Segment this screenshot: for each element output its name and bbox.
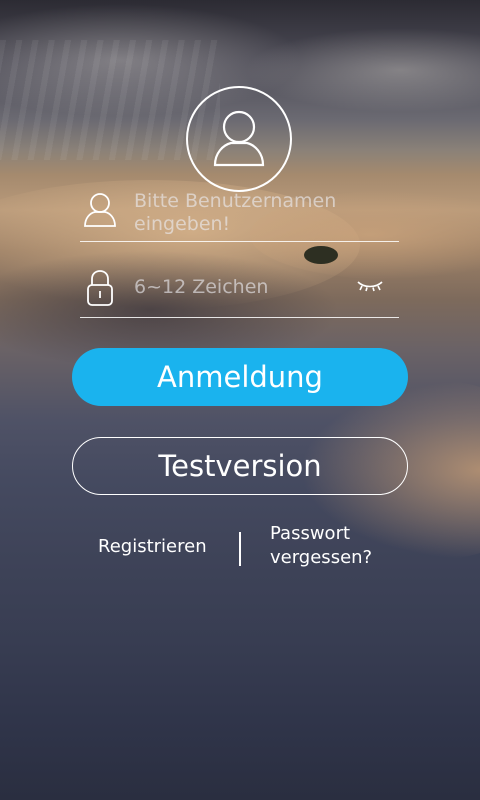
user-icon <box>82 190 118 230</box>
login-button[interactable]: Anmeldung <box>72 348 408 406</box>
username-field[interactable]: Bitte Benutzernamen eingeben! <box>80 186 399 242</box>
link-divider <box>239 532 241 566</box>
forgot-password-link[interactable]: Passwort vergessen? <box>270 522 410 570</box>
password-field[interactable]: 6~12 Zeichen <box>80 262 399 318</box>
lock-icon <box>82 268 118 308</box>
user-avatar-icon <box>186 86 292 192</box>
register-link[interactable]: Registrieren <box>98 536 207 557</box>
eye-closed-icon[interactable] <box>355 276 385 296</box>
username-input[interactable]: Bitte Benutzernamen eingeben! <box>134 190 384 236</box>
account-links: Registrieren Passwort vergessen? <box>0 520 480 580</box>
login-screen: Bitte Benutzernamen eingeben! 6~12 Zeich… <box>0 0 480 800</box>
trial-button[interactable]: Testversion <box>72 437 408 495</box>
password-input[interactable]: 6~12 Zeichen <box>134 276 268 299</box>
